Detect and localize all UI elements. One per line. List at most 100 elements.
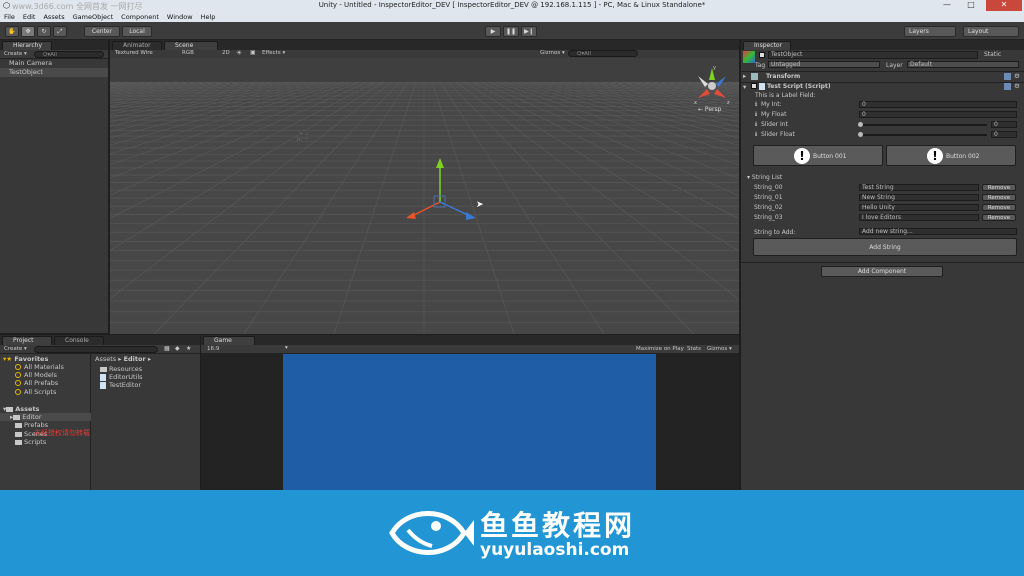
file-resources[interactable]: Resources bbox=[100, 365, 142, 373]
2d-toggle[interactable]: 2D bbox=[222, 50, 230, 56]
step-button[interactable]: ▶❙ bbox=[521, 26, 537, 37]
scene-gizmos-dropdown[interactable]: Gizmos ▾ bbox=[540, 50, 565, 56]
menu-assets[interactable]: Assets bbox=[39, 12, 68, 22]
string-value-1[interactable]: New String bbox=[859, 194, 979, 201]
tab-hierarchy[interactable]: Hierarchy bbox=[2, 41, 52, 50]
aspect-dropdown-arrow-icon[interactable]: ▾ bbox=[285, 345, 288, 351]
orientation-gizmo[interactable]: y x z bbox=[692, 64, 732, 108]
remove-button-1[interactable]: Remove bbox=[982, 194, 1016, 201]
rgb-dropdown[interactable]: RGB bbox=[182, 50, 194, 56]
active-checkbox[interactable] bbox=[759, 52, 765, 58]
string-value-3[interactable]: I love Editors bbox=[859, 214, 979, 221]
aspect-dropdown[interactable]: 16:9 bbox=[207, 346, 219, 352]
persp-label[interactable]: ← Persp bbox=[698, 106, 721, 113]
remove-button-0[interactable]: Remove bbox=[982, 184, 1016, 191]
slider-float-knob[interactable] bbox=[858, 132, 863, 137]
breadcrumb-assets[interactable]: Assets ▸ bbox=[95, 355, 121, 363]
favorites-header[interactable]: ▾★ Favorites bbox=[3, 355, 48, 363]
effects-dropdown[interactable]: Effects ▾ bbox=[262, 50, 285, 56]
tab-inspector[interactable]: Inspector bbox=[743, 41, 791, 50]
static-checkbox[interactable]: Static bbox=[984, 51, 1001, 58]
pivot-local-button[interactable]: Local bbox=[122, 26, 152, 37]
tab-scene[interactable]: Scene bbox=[164, 41, 218, 50]
transform-foldout-icon[interactable]: ▸ bbox=[743, 72, 746, 80]
favorite-all-prefabs[interactable]: All Prefabs bbox=[15, 379, 58, 387]
remove-button-3[interactable]: Remove bbox=[982, 214, 1016, 221]
slider-float-track[interactable] bbox=[859, 134, 987, 136]
menu-gameobject[interactable]: GameObject bbox=[69, 12, 118, 22]
folder-prefabs[interactable]: Prefabs bbox=[15, 421, 48, 429]
camera-gizmo-icon[interactable]: 🎥 bbox=[296, 130, 310, 143]
pivot-center-button[interactable]: Center bbox=[84, 26, 120, 37]
hierarchy-search-input[interactable]: Q▾All bbox=[34, 51, 104, 58]
string-list-foldout[interactable]: ▾ String List bbox=[747, 174, 782, 181]
filter-label-icon[interactable]: ◆ bbox=[175, 345, 180, 352]
tab-game[interactable]: Game bbox=[203, 336, 255, 345]
move-tool-icon[interactable]: ✥ bbox=[21, 26, 35, 37]
minimize-button[interactable]: — bbox=[936, 0, 958, 11]
menu-edit[interactable]: Edit bbox=[19, 12, 40, 22]
my-float-field[interactable]: 0 bbox=[859, 111, 1017, 118]
layer-dropdown[interactable]: Default bbox=[907, 61, 1019, 68]
audio-toggle-icon[interactable]: ▣ bbox=[250, 49, 256, 56]
script-enabled-checkbox[interactable] bbox=[751, 83, 757, 89]
game-gizmos-dropdown[interactable]: Gizmos ▾ bbox=[707, 346, 732, 352]
my-int-field[interactable]: 0 bbox=[859, 101, 1017, 108]
button-002[interactable]: ! Button 002 bbox=[886, 145, 1016, 166]
add-string-button[interactable]: Add String bbox=[753, 238, 1017, 256]
scale-tool-icon[interactable]: ⤢ bbox=[53, 26, 67, 37]
menu-window[interactable]: Window bbox=[163, 12, 197, 22]
slider-float-value[interactable]: 0 bbox=[991, 131, 1017, 138]
file-testeditor[interactable]: TestEditor bbox=[100, 381, 141, 389]
help-icon[interactable] bbox=[1004, 83, 1011, 90]
tab-project[interactable]: Project bbox=[2, 336, 52, 345]
hierarchy-item-main-camera[interactable]: Main Camera bbox=[0, 59, 108, 68]
slider-int-knob[interactable] bbox=[858, 122, 863, 127]
shading-mode-dropdown[interactable]: Textured Wire bbox=[115, 50, 153, 56]
favorite-all-models[interactable]: All Models bbox=[15, 371, 57, 379]
layers-dropdown[interactable]: Layers bbox=[904, 26, 956, 37]
close-button[interactable]: ✕ bbox=[986, 0, 1022, 11]
folder-scripts[interactable]: Scripts bbox=[15, 438, 46, 446]
project-search-input[interactable] bbox=[34, 346, 158, 353]
add-component-button[interactable]: Add Component bbox=[821, 266, 943, 277]
object-name-field[interactable]: TestObject bbox=[768, 51, 978, 59]
hierarchy-create-button[interactable]: Create ▾ bbox=[4, 51, 27, 57]
move-handle-gizmo[interactable] bbox=[396, 156, 476, 226]
script-component-title[interactable]: Test Script (Script) bbox=[767, 83, 831, 90]
game-view[interactable] bbox=[283, 354, 656, 490]
favorite-all-materials[interactable]: All Materials bbox=[15, 363, 64, 371]
help-icon[interactable] bbox=[1004, 73, 1011, 80]
tab-animator[interactable]: Animator bbox=[112, 41, 162, 50]
menu-help[interactable]: Help bbox=[197, 12, 220, 22]
maximize-on-play-toggle[interactable]: Maximize on Play bbox=[636, 346, 684, 352]
slider-int-value[interactable]: 0 bbox=[991, 121, 1017, 128]
hierarchy-item-testobject[interactable]: TestObject bbox=[0, 68, 108, 77]
project-create-button[interactable]: Create ▾ bbox=[4, 346, 27, 352]
remove-button-2[interactable]: Remove bbox=[982, 204, 1016, 211]
assets-header[interactable]: ▾ Assets bbox=[3, 405, 39, 413]
folder-editor[interactable]: ▸ Editor bbox=[0, 413, 91, 421]
slider-int-track[interactable] bbox=[859, 124, 987, 126]
favorite-all-scripts[interactable]: All Scripts bbox=[15, 388, 56, 396]
stats-toggle[interactable]: Stats bbox=[687, 346, 701, 352]
pause-button[interactable]: ❚❚ bbox=[503, 26, 519, 37]
scene-viewport[interactable]: 🎥 ➤ y x z ← Persp bbox=[110, 58, 739, 334]
scene-search-input[interactable]: Q▾All bbox=[568, 50, 638, 57]
layout-dropdown[interactable]: Layout bbox=[963, 26, 1019, 37]
button-001[interactable]: ! Button 001 bbox=[753, 145, 883, 166]
filter-type-icon[interactable]: ▦ bbox=[164, 345, 170, 352]
tab-console[interactable]: Console bbox=[54, 336, 104, 345]
breadcrumb-editor[interactable]: Editor ▸ bbox=[124, 355, 152, 363]
lighting-toggle-icon[interactable]: ☀ bbox=[236, 49, 242, 57]
tag-dropdown[interactable]: Untagged bbox=[768, 61, 880, 68]
string-to-add-field[interactable]: Add new string... bbox=[859, 228, 1017, 235]
transform-component-title[interactable]: Transform bbox=[766, 73, 800, 80]
play-button[interactable]: ▶ bbox=[485, 26, 501, 37]
string-value-0[interactable]: Test String bbox=[859, 184, 979, 191]
settings-gear-icon[interactable]: ⚙ bbox=[1014, 82, 1020, 90]
file-editorutils[interactable]: EditorUtils bbox=[100, 373, 143, 381]
maximize-button[interactable]: □ bbox=[960, 0, 982, 11]
string-value-2[interactable]: Hello Unity bbox=[859, 204, 979, 211]
script-foldout-icon[interactable]: ▾ bbox=[743, 83, 746, 91]
